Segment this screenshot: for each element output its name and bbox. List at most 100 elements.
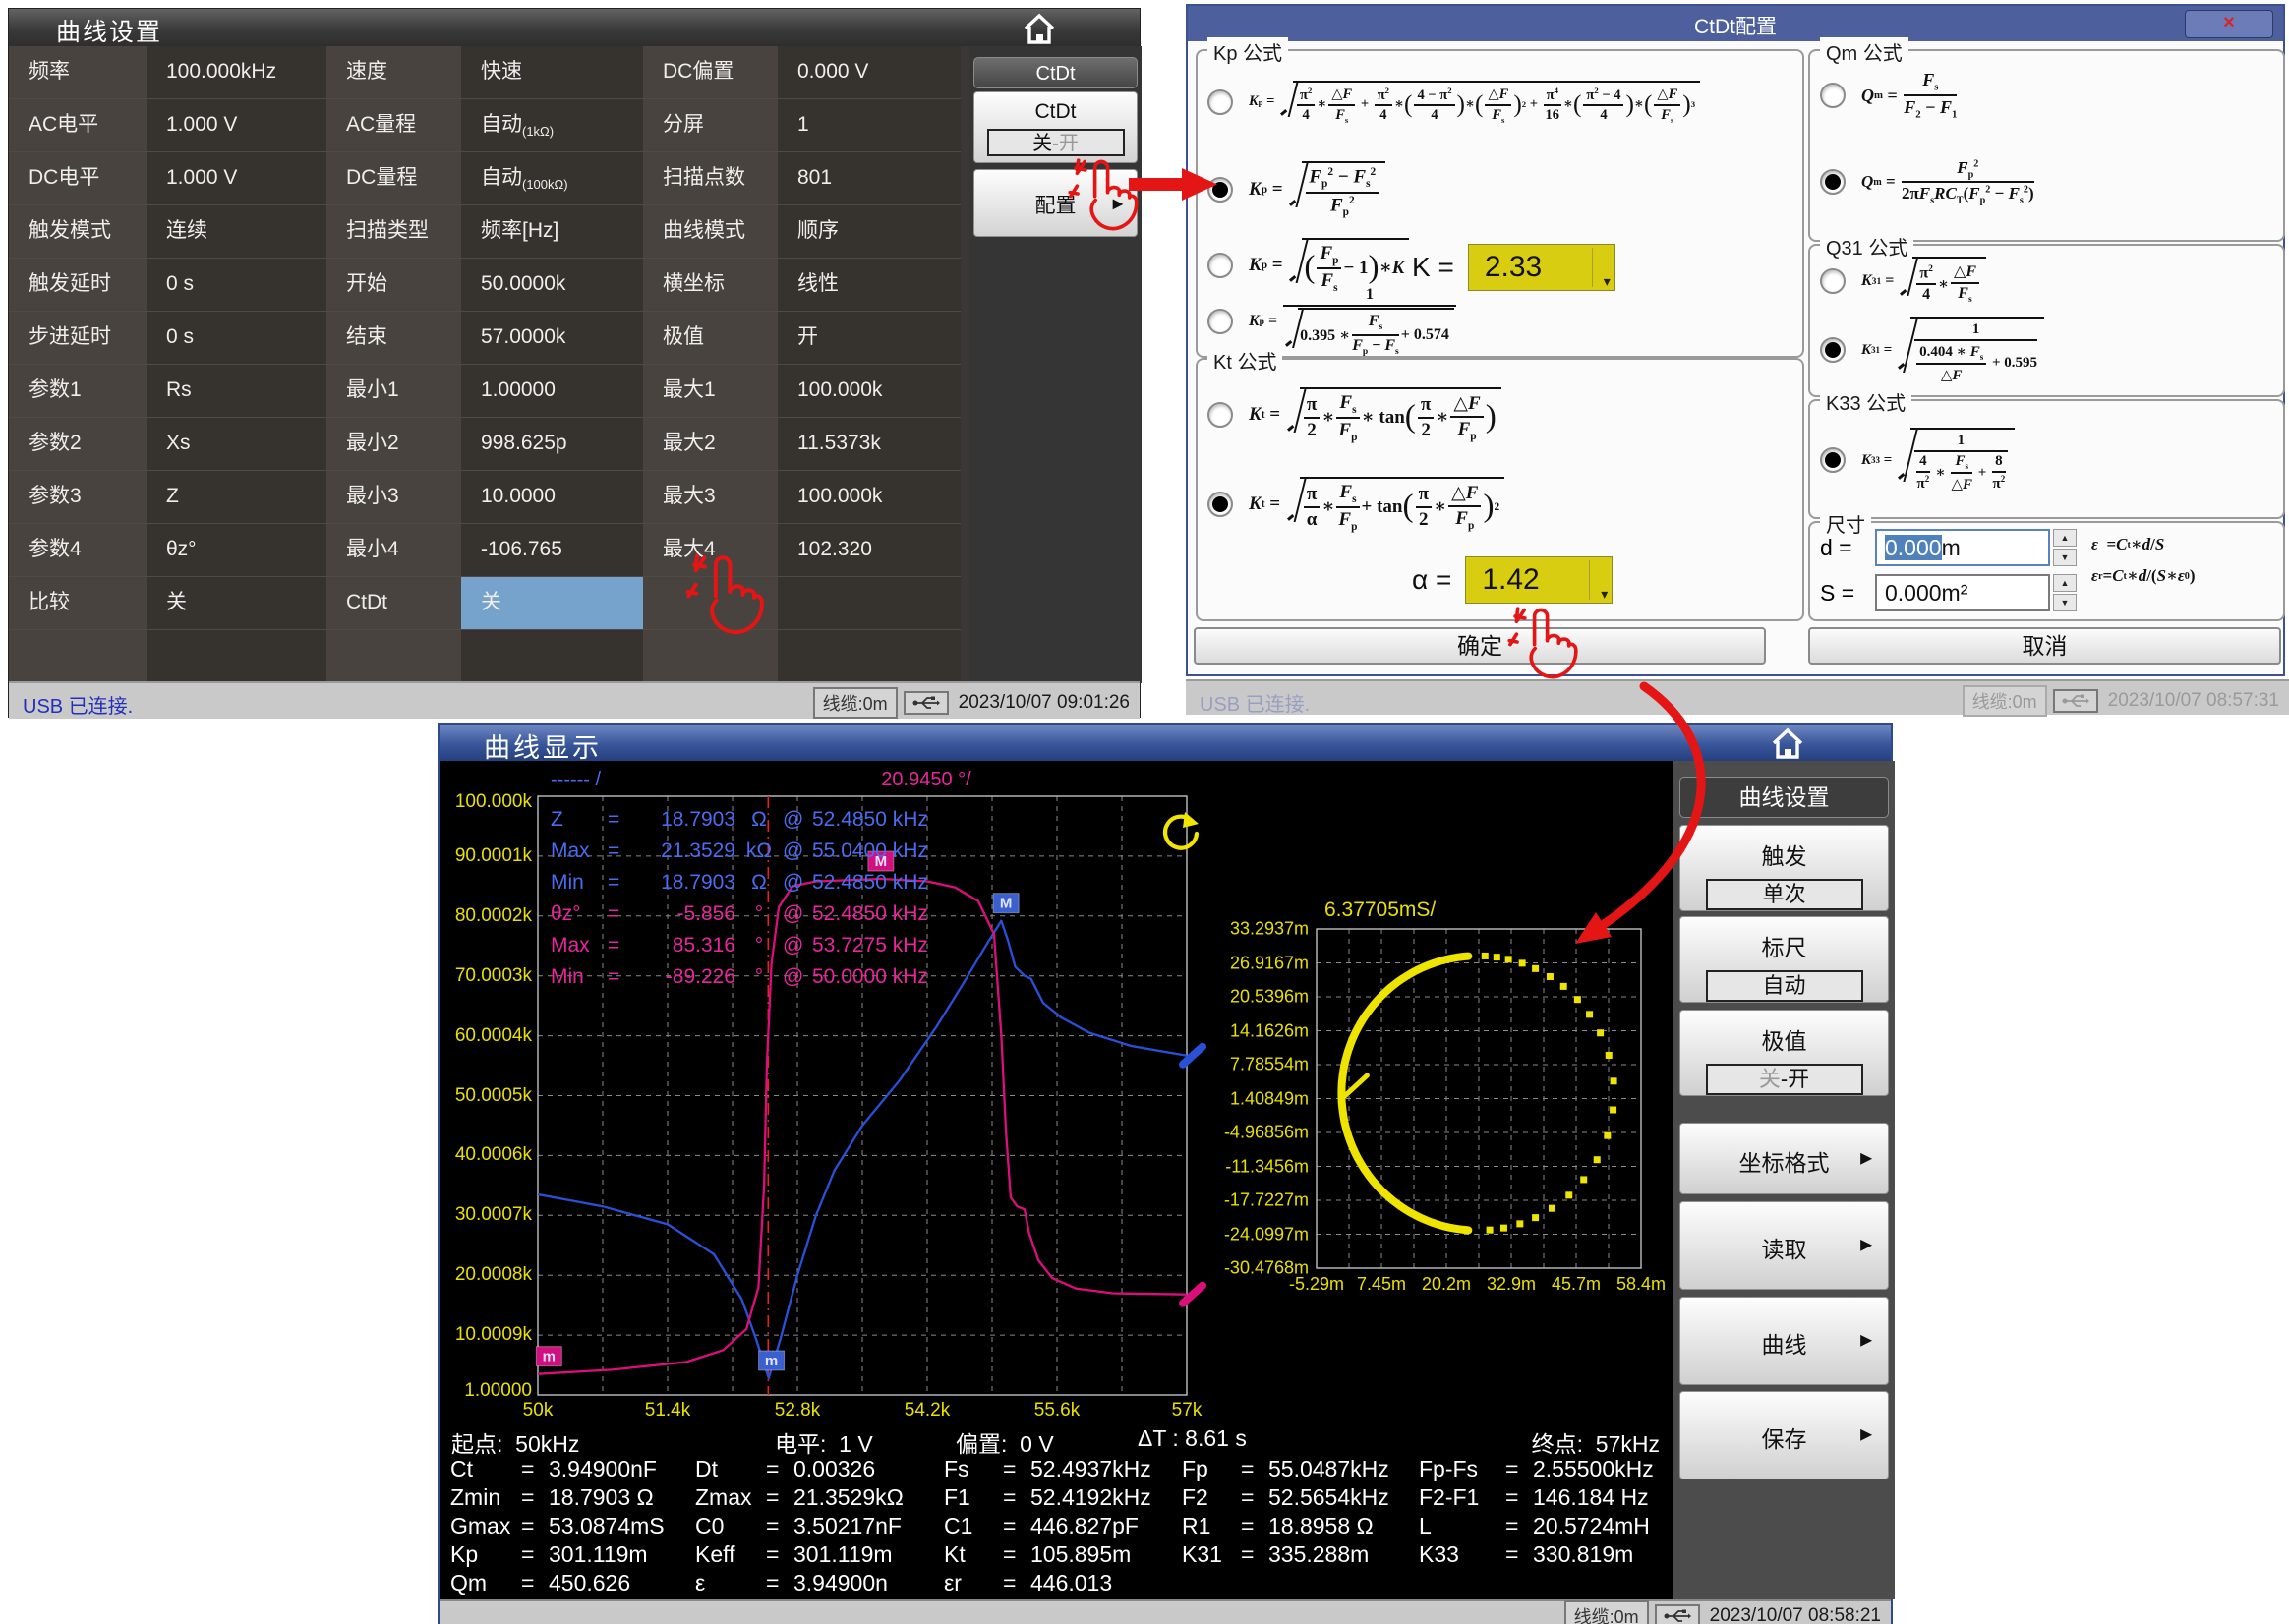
- settings-value-cell[interactable]: 50.0000k: [461, 259, 643, 311]
- settings-value-cell[interactable]: 线性: [778, 259, 961, 311]
- radio-button[interactable]: [1820, 83, 1846, 108]
- marker-letter: M: [1000, 896, 1012, 912]
- ok-button[interactable]: 确定: [1194, 627, 1766, 665]
- result-cell: Qm=450.626: [450, 1570, 630, 1596]
- result-cell: C1=446.827pF: [944, 1513, 1139, 1539]
- admittance-circle-dot: [1482, 953, 1489, 959]
- result-cell: Kt=105.895m: [944, 1541, 1131, 1568]
- clock-text: 2023/10/07 09:01:26: [955, 692, 1134, 714]
- radio-button[interactable]: [1207, 309, 1233, 334]
- close-icon[interactable]: ×: [2185, 10, 2273, 38]
- radio-button[interactable]: [1207, 89, 1233, 115]
- result-cell: Zmax=21.3529kΩ: [695, 1484, 904, 1511]
- formula-text: Kp = Fp2 − Fs2Fp2: [1249, 161, 1387, 217]
- d-spinner[interactable]: ▲▼: [2053, 529, 2077, 566]
- admittance-circle-dot: [1549, 1205, 1555, 1212]
- settings-value-cell[interactable]: Z: [147, 471, 326, 523]
- settings-value-cell[interactable]: 开: [778, 312, 961, 364]
- settings-value-cell[interactable]: Rs: [147, 365, 326, 417]
- d-input[interactable]: 0.000m: [1875, 529, 2050, 566]
- settings-value-cell[interactable]: 1.00000: [461, 365, 643, 417]
- settings-value-cell[interactable]: 关: [147, 577, 326, 629]
- menu-button-6[interactable]: 曲线►: [1679, 1297, 1889, 1385]
- circle-y-tick-label: 20.5396m: [1222, 987, 1309, 1008]
- settings-label-cell: [643, 630, 778, 682]
- menu-button-3[interactable]: 极值关-开: [1679, 1010, 1889, 1096]
- menu-button-2[interactable]: 标尺自动: [1679, 916, 1889, 1003]
- settings-label-cell: DC量程: [326, 152, 461, 204]
- result-cell: Kp=301.119m: [450, 1541, 648, 1568]
- settings-value-cell[interactable]: 自动(100kΩ): [461, 152, 643, 204]
- settings-value-cell[interactable]: 1.000 V: [147, 99, 326, 151]
- radio-button[interactable]: [1207, 253, 1233, 278]
- home-icon[interactable]: [1021, 12, 1058, 45]
- settings-value-cell[interactable]: 100.000k: [778, 365, 961, 417]
- settings-value-cell[interactable]: 频率[Hz]: [461, 205, 643, 258]
- trace-legend: Z=18.7903Ω@52.4850 kHzMax=21.3529kΩ@55.0…: [551, 804, 928, 993]
- s-input[interactable]: 0.000m²: [1875, 574, 2050, 611]
- radio-button-selected[interactable]: [1820, 169, 1846, 195]
- y-tick-label: 100.000k: [441, 791, 532, 813]
- settings-value-cell[interactable]: 100.000kHz: [147, 46, 326, 98]
- menu-button-5[interactable]: 读取►: [1679, 1201, 1889, 1290]
- display-statusbar: 线缆:0m 2023/10/07 08:58:21: [440, 1599, 1891, 1624]
- qm-formula-group: Qm 公式 Qm = FsF2 − F1Qm = Fp22πFsRCT(Fp2 …: [1808, 49, 2285, 242]
- ctdt-menu: CtDt CtDt 关-开 配置 ►: [969, 46, 1142, 683]
- settings-value-cell[interactable]: 自动(1kΩ): [461, 99, 643, 151]
- settings-value-cell[interactable]: 100.000k: [778, 471, 961, 523]
- x-tick-label: 50k: [523, 1400, 554, 1421]
- s-spinner[interactable]: ▲▼: [2053, 574, 2077, 611]
- settings-value-cell[interactable]: 10.0000: [461, 471, 643, 523]
- display-titlebar: 曲线显示: [440, 725, 1891, 761]
- usb-icon: [1655, 1604, 1700, 1624]
- radio-button-selected[interactable]: [1820, 337, 1846, 363]
- circle-y-tick-label: 14.1626m: [1222, 1020, 1309, 1041]
- settings-value-cell[interactable]: 102.320: [778, 524, 961, 576]
- settings-value-cell[interactable]: 11.5373k: [778, 418, 961, 470]
- menu-button-label: 极值: [1680, 1022, 1888, 1056]
- alpha-value-dropdown[interactable]: 1.42: [1465, 556, 1613, 604]
- radio-button-selected[interactable]: [1820, 447, 1846, 473]
- circle-y-tick-label: -24.0997m: [1222, 1224, 1309, 1245]
- ctdt-config-button[interactable]: 配置 ►: [973, 169, 1138, 237]
- menu-button-7[interactable]: 保存►: [1679, 1391, 1889, 1479]
- cancel-button[interactable]: 取消: [1808, 627, 2281, 665]
- settings-value-cell[interactable]: 1: [778, 99, 961, 151]
- repeat-sweep-icon[interactable]: [1155, 808, 1204, 857]
- settings-value-cell[interactable]: θz°: [147, 524, 326, 576]
- admittance-circle-dot: [1532, 965, 1539, 972]
- settings-value-cell[interactable]: 57.0000k: [461, 312, 643, 364]
- settings-label-cell: DC偏置: [643, 46, 778, 98]
- settings-value-cell[interactable]: 快速: [461, 46, 643, 98]
- formula-text: Qm = FsF2 − F1: [1861, 70, 1959, 120]
- radio-button[interactable]: [1820, 268, 1846, 294]
- settings-value-cell[interactable]: 关: [461, 577, 643, 629]
- menu-header-curve-settings[interactable]: 曲线设置: [1679, 777, 1889, 818]
- settings-value-cell[interactable]: Xs: [147, 418, 326, 470]
- settings-value-cell[interactable]: -106.765: [461, 524, 643, 576]
- formula-text: Kt = πα ∗ FsFp + tan(π2 ∗ △FFp)2: [1249, 477, 1506, 533]
- settings-value-cell[interactable]: 801: [778, 152, 961, 204]
- settings-value-cell[interactable]: 0 s: [147, 259, 326, 311]
- settings-label-cell: 最大2: [643, 418, 778, 470]
- settings-value-cell[interactable]: 1.000 V: [147, 152, 326, 204]
- home-icon[interactable]: [1769, 726, 1806, 760]
- admittance-circle-dot: [1610, 1107, 1616, 1114]
- menu-button-1[interactable]: 触发单次: [1679, 825, 1889, 911]
- settings-value-cell[interactable]: 顺序: [778, 205, 961, 258]
- settings-value-cell[interactable]: 998.625p: [461, 418, 643, 470]
- menu-button-4[interactable]: 坐标格式►: [1679, 1123, 1889, 1194]
- settings-value-cell[interactable]: 0.000 V: [778, 46, 961, 98]
- radio-button-selected[interactable]: [1207, 177, 1233, 203]
- settings-value-cell[interactable]: 0 s: [147, 312, 326, 364]
- radio-button[interactable]: [1207, 402, 1233, 428]
- radio-button-selected[interactable]: [1207, 492, 1233, 517]
- settings-label-cell: [643, 577, 778, 629]
- toggle-on-text: -开: [1052, 133, 1079, 154]
- x-tick-label: 52.8k: [775, 1400, 820, 1421]
- ctdt-toggle-button[interactable]: CtDt 关-开: [973, 91, 1138, 163]
- k-value-dropdown[interactable]: 2.33: [1468, 244, 1615, 291]
- settings-value-cell[interactable]: 连续: [147, 205, 326, 258]
- k33-formula-group: K33 公式 K33 = 14π2 ∗ Fs△F + 8π2: [1808, 399, 2285, 519]
- admittance-circle-dot: [1565, 1191, 1572, 1198]
